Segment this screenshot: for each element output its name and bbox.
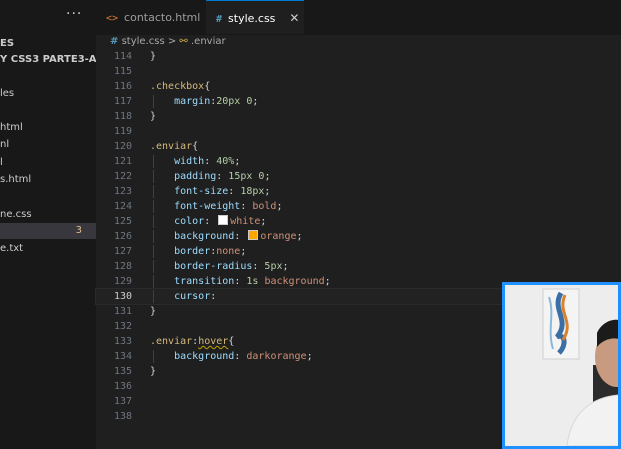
line-number: 136 bbox=[113, 381, 132, 392]
line-number: 123 bbox=[113, 186, 132, 197]
sidebar-item[interactable]: Y CSS3 PARTE3-AULA5 bbox=[0, 52, 96, 68]
line-number: 137 bbox=[113, 396, 132, 407]
code-text: border-radius: 5px; bbox=[174, 261, 289, 272]
code-text: } bbox=[150, 51, 157, 62]
webcam-overlay bbox=[502, 282, 621, 449]
code-line[interactable]: 119 bbox=[96, 124, 621, 139]
html-file-icon: <> bbox=[106, 13, 119, 24]
code-text: background: darkorange; bbox=[174, 351, 313, 362]
code-line[interactable]: 115 bbox=[96, 64, 621, 79]
line-number: 127 bbox=[113, 246, 132, 257]
more-actions-icon[interactable]: ··· bbox=[66, 6, 82, 22]
code-text: font-size: 18px; bbox=[174, 186, 271, 197]
sidebar-item-label: l bbox=[0, 157, 3, 168]
line-number: 131 bbox=[113, 306, 132, 317]
line-number: 126 bbox=[113, 231, 132, 242]
sidebar-item-label: html bbox=[0, 122, 23, 133]
color-swatch-icon bbox=[248, 230, 259, 240]
breadcrumb: # style.css > ⚯ .enviar bbox=[96, 35, 621, 49]
code-line[interactable]: 116 .checkbox{ bbox=[96, 79, 621, 94]
line-number: 125 bbox=[113, 216, 132, 227]
sidebar-item-label: ne.css bbox=[0, 209, 32, 220]
code-line[interactable]: 128 border-radius: 5px; bbox=[96, 259, 621, 274]
line-number: 134 bbox=[113, 351, 132, 362]
sidebar-item[interactable]: html bbox=[0, 120, 96, 136]
webcam-video bbox=[505, 285, 618, 446]
tab-label: style.css bbox=[228, 12, 276, 25]
code-text: font-weight: bold; bbox=[174, 201, 283, 212]
code-text: background: orange; bbox=[174, 230, 303, 242]
sidebar-item[interactable]: s.html bbox=[0, 172, 96, 188]
line-number: 129 bbox=[113, 276, 132, 287]
breadcrumb-file[interactable]: style.css bbox=[122, 36, 165, 47]
code-text: .enviar:hover{ bbox=[150, 336, 235, 347]
line-number: 117 bbox=[113, 96, 132, 107]
sidebar-item[interactable]: les bbox=[0, 86, 96, 102]
line-number: 133 bbox=[113, 336, 132, 347]
sidebar-item[interactable]: e.txt bbox=[0, 241, 96, 257]
line-number: 124 bbox=[113, 201, 132, 212]
sidebar-item-label: e.txt bbox=[0, 243, 24, 254]
code-text: .enviar{ bbox=[150, 141, 199, 152]
code-line[interactable]: 123 font-size: 18px; bbox=[96, 184, 621, 199]
code-text: width: 40%; bbox=[174, 156, 241, 167]
code-line[interactable]: 120 .enviar{ bbox=[96, 139, 621, 154]
code-line[interactable]: 121 width: 40%; bbox=[96, 154, 621, 169]
code-line[interactable]: 114} bbox=[96, 49, 621, 64]
tab-label: contacto.html bbox=[124, 11, 201, 24]
sidebar-item-label: s.html bbox=[0, 174, 32, 185]
code-line[interactable]: 122 padding: 15px 0; bbox=[96, 169, 621, 184]
css-file-icon: # bbox=[110, 36, 119, 47]
code-line[interactable]: 118} bbox=[96, 109, 621, 124]
sidebar-item-label: nl bbox=[0, 139, 10, 150]
sidebar-item[interactable]: l bbox=[0, 155, 96, 171]
sidebar-item[interactable]: ES bbox=[0, 36, 96, 52]
line-number: 135 bbox=[113, 366, 132, 377]
code-text: transition: 1s background; bbox=[174, 276, 331, 287]
line-number: 138 bbox=[113, 411, 132, 422]
sidebar-item-label: les bbox=[0, 88, 15, 99]
line-number: 132 bbox=[113, 321, 132, 332]
line-number: 121 bbox=[113, 156, 132, 167]
code-line[interactable]: 125 color: white; bbox=[96, 214, 621, 229]
line-number: 122 bbox=[113, 171, 132, 182]
sidebar-item-label: ES bbox=[0, 38, 15, 49]
symbol-icon: ⚯ bbox=[179, 36, 188, 47]
sidebar-item[interactable]: 3 bbox=[0, 223, 96, 239]
code-text: padding: 15px 0; bbox=[174, 171, 271, 182]
code-text: .checkbox{ bbox=[150, 81, 211, 92]
sidebar-item[interactable]: ne.css bbox=[0, 207, 96, 223]
line-number: 114 bbox=[113, 51, 132, 62]
tab-bar: <> contacto.html # style.css ✕ bbox=[96, 0, 621, 35]
line-number: 120 bbox=[113, 141, 132, 152]
code-line[interactable]: 126 background: orange; bbox=[96, 229, 621, 244]
line-number: 118 bbox=[113, 111, 132, 122]
close-icon[interactable]: ✕ bbox=[289, 11, 299, 25]
sidebar-item-label: Y CSS3 PARTE3-AULA5 bbox=[0, 54, 96, 65]
code-text: color: white; bbox=[174, 215, 267, 227]
tab-style-css[interactable]: # style.css ✕ bbox=[206, 0, 304, 34]
css-file-icon: # bbox=[216, 14, 223, 25]
color-swatch-icon bbox=[218, 215, 229, 225]
code-line[interactable]: 117 margin:20px 0; bbox=[96, 94, 621, 109]
explorer-sidebar: ··· ES Y CSS3 PARTE3-AULA5 les html nl l s.htm… bbox=[0, 0, 96, 449]
code-text: } bbox=[150, 111, 157, 122]
line-number: 116 bbox=[113, 81, 132, 92]
tab-contacto-html[interactable]: <> contacto.html bbox=[96, 0, 206, 35]
code-text: } bbox=[150, 366, 157, 377]
line-number: 128 bbox=[113, 261, 132, 272]
sidebar-item[interactable]: nl bbox=[0, 137, 96, 153]
line-number: 119 bbox=[113, 126, 132, 137]
code-text: margin:20px 0; bbox=[174, 96, 259, 107]
code-text: border:none; bbox=[174, 246, 247, 257]
code-text: } bbox=[150, 306, 157, 317]
code-line[interactable]: 127 border:none; bbox=[96, 244, 621, 259]
line-number: 115 bbox=[113, 66, 132, 77]
chevron-right-icon: > bbox=[167, 36, 177, 47]
breadcrumb-symbol[interactable]: .enviar bbox=[191, 36, 226, 47]
line-number: 130 bbox=[113, 291, 132, 302]
problems-badge: 3 bbox=[75, 225, 82, 236]
code-text: cursor: bbox=[174, 291, 223, 302]
code-line[interactable]: 124 font-weight: bold; bbox=[96, 199, 621, 214]
